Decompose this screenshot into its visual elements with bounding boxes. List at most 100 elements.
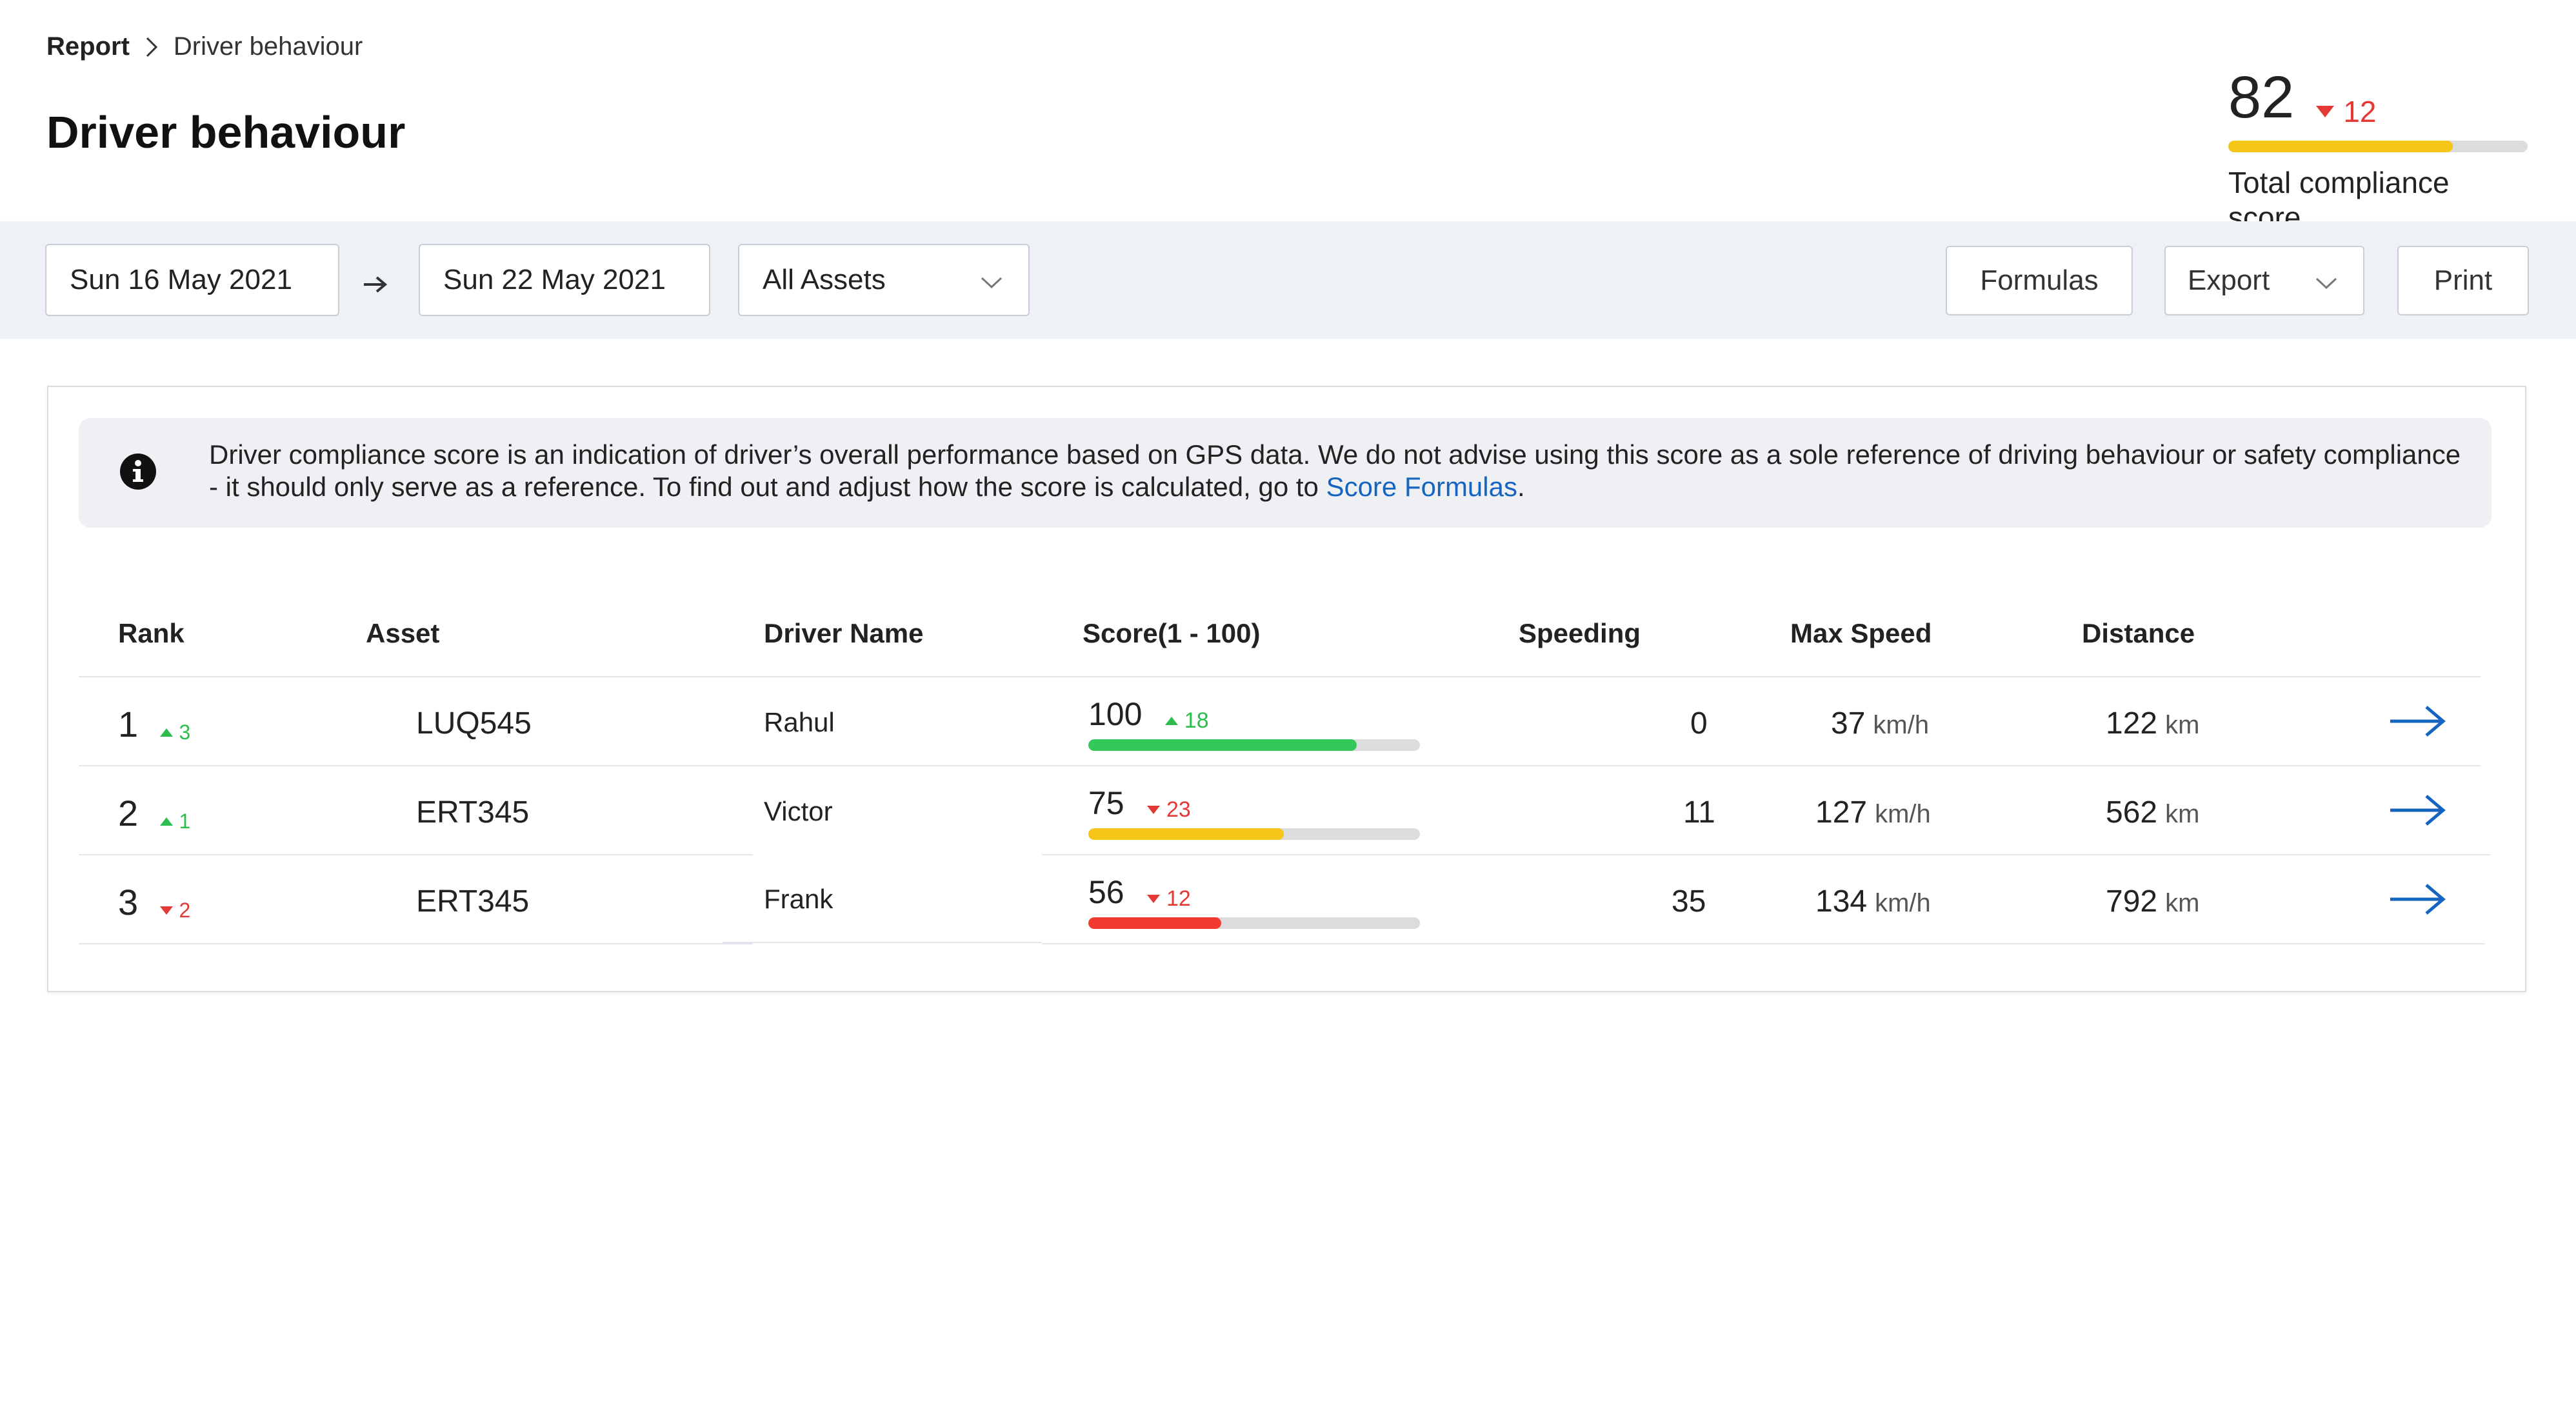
print-button[interactable]: Print xyxy=(2397,246,2529,315)
score-delta-value: 18 xyxy=(1184,708,1209,733)
triangle-up-icon xyxy=(159,728,173,737)
total-compliance-score: 82 12 Total compliance score xyxy=(2228,68,2528,235)
row-divider xyxy=(79,854,753,855)
start-date-field[interactable]: Sun 16 May 2021 xyxy=(45,244,339,316)
distance-unit: km xyxy=(2165,889,2200,917)
chevron-right-icon xyxy=(145,36,158,58)
row-divider xyxy=(79,943,753,944)
rank-cell: 3 2 xyxy=(118,881,190,923)
assets-select-value: All Assets xyxy=(763,264,886,295)
formulas-button-label: Formulas xyxy=(1980,264,2099,296)
driver-name-cell: Frank xyxy=(764,884,834,914)
score-value: 100 xyxy=(1088,696,1143,732)
export-dropdown-button[interactable]: Export xyxy=(2164,246,2364,315)
distance-cell: 122 km xyxy=(2106,706,2199,741)
info-notice: Driver compliance score is an indication… xyxy=(79,418,2491,528)
breadcrumb-current: Driver behaviour xyxy=(173,32,363,61)
row-divider xyxy=(1042,943,2485,944)
score-bar-fill xyxy=(1088,917,1221,929)
info-icon xyxy=(120,453,156,490)
compliance-score-bar-fill xyxy=(2228,141,2453,152)
column-header-max-speed[interactable]: Max Speed xyxy=(1790,618,1932,649)
max-speed-value: 134 xyxy=(1815,884,1868,919)
end-date-value: Sun 22 May 2021 xyxy=(443,264,666,295)
score-cell: 75 23 xyxy=(1088,784,1191,822)
end-date-field[interactable]: Sun 22 May 2021 xyxy=(419,244,710,316)
formulas-button[interactable]: Formulas xyxy=(1946,246,2133,315)
driver-name-cell: Victor xyxy=(764,796,833,826)
print-button-label: Print xyxy=(2433,264,2493,296)
triangle-down-icon xyxy=(2316,106,2335,117)
breadcrumb-report-link[interactable]: Report xyxy=(46,32,130,61)
score-delta: 12 xyxy=(1146,886,1191,912)
arrow-right-icon[interactable] xyxy=(2388,880,2447,919)
asset-cell: ERT345 xyxy=(416,884,530,919)
column-header-distance[interactable]: Distance xyxy=(2082,618,2195,649)
score-value: 75 xyxy=(1088,785,1124,821)
page-title: Driver behaviour xyxy=(46,107,406,157)
arrow-right-icon[interactable] xyxy=(2388,791,2447,830)
compliance-score-bar xyxy=(2228,141,2528,152)
rank-delta: 1 xyxy=(159,810,191,833)
speeding-cell: 35 xyxy=(1672,884,1706,919)
score-bar xyxy=(1088,739,1420,751)
column-header-speeding[interactable]: Speeding xyxy=(1519,618,1641,649)
score-bar-fill xyxy=(1088,739,1357,751)
distance-value: 122 xyxy=(2106,706,2158,741)
rank-value: 2 xyxy=(118,793,139,833)
distance-unit: km xyxy=(2165,711,2200,739)
arrow-right-icon[interactable] xyxy=(2388,702,2447,741)
distance-value: 562 xyxy=(2106,795,2158,830)
arrow-right-icon xyxy=(363,266,388,301)
driver-name-cell: Rahul xyxy=(764,707,835,737)
column-header-rank[interactable]: Rank xyxy=(118,618,185,649)
score-delta-value: 23 xyxy=(1166,797,1191,822)
chevron-down-icon xyxy=(981,264,1003,296)
max-speed-cell: 134 km/h xyxy=(1815,884,1931,919)
score-cell: 100 18 xyxy=(1088,695,1209,733)
rank-delta: 2 xyxy=(159,899,191,922)
score-cell: 56 12 xyxy=(1088,873,1191,912)
distance-cell: 562 km xyxy=(2106,795,2199,830)
score-bar-fill xyxy=(1088,828,1284,840)
distance-cell: 792 km xyxy=(2106,884,2199,919)
rank-delta-value: 1 xyxy=(179,810,191,833)
speed-unit: km/h xyxy=(1875,889,1931,917)
row-divider xyxy=(1042,854,2490,855)
speed-unit: km/h xyxy=(1875,800,1931,828)
max-speed-value: 127 xyxy=(1815,795,1868,830)
header-divider xyxy=(79,676,2481,677)
score-bar xyxy=(1088,917,1420,929)
notice-end: . xyxy=(1517,472,1525,502)
score-bar xyxy=(1088,828,1420,840)
compliance-score-delta: 12 xyxy=(2316,94,2377,129)
chevron-down-icon xyxy=(2315,264,2337,297)
speed-unit: km/h xyxy=(1873,711,1930,739)
score-delta-value: 12 xyxy=(1166,886,1191,911)
driver-behaviour-page: Report Driver behaviour Driver behaviour… xyxy=(0,0,2576,1405)
triangle-down-icon xyxy=(159,906,173,915)
row-divider xyxy=(723,942,1042,943)
score-formulas-link[interactable]: Score Formulas xyxy=(1326,472,1517,502)
rank-value: 1 xyxy=(118,704,139,744)
max-speed-value: 37 xyxy=(1831,706,1866,741)
filter-toolbar: Sun 16 May 2021 Sun 22 May 2021 All Asse… xyxy=(0,221,2576,339)
export-button-label: Export xyxy=(2188,264,2270,296)
rank-cell: 2 1 xyxy=(118,792,190,834)
column-header-driver-name[interactable]: Driver Name xyxy=(764,618,923,649)
row-divider xyxy=(79,765,2481,766)
notice-text: Driver compliance score is an indication… xyxy=(209,439,2467,503)
max-speed-cell: 37 km/h xyxy=(1831,706,1929,741)
max-speed-cell: 127 km/h xyxy=(1815,795,1931,830)
rank-delta-value: 3 xyxy=(179,721,191,744)
column-header-score[interactable]: Score(1 - 100) xyxy=(1083,618,1260,649)
rank-delta-value: 2 xyxy=(179,899,191,922)
triangle-down-icon xyxy=(1146,895,1160,903)
breadcrumb: Report Driver behaviour xyxy=(46,32,363,61)
distance-unit: km xyxy=(2165,800,2200,828)
triangle-up-icon xyxy=(159,817,173,826)
distance-value: 792 xyxy=(2106,884,2158,919)
assets-select[interactable]: All Assets xyxy=(738,244,1030,316)
column-header-asset[interactable]: Asset xyxy=(366,618,439,649)
score-delta: 23 xyxy=(1146,797,1191,822)
